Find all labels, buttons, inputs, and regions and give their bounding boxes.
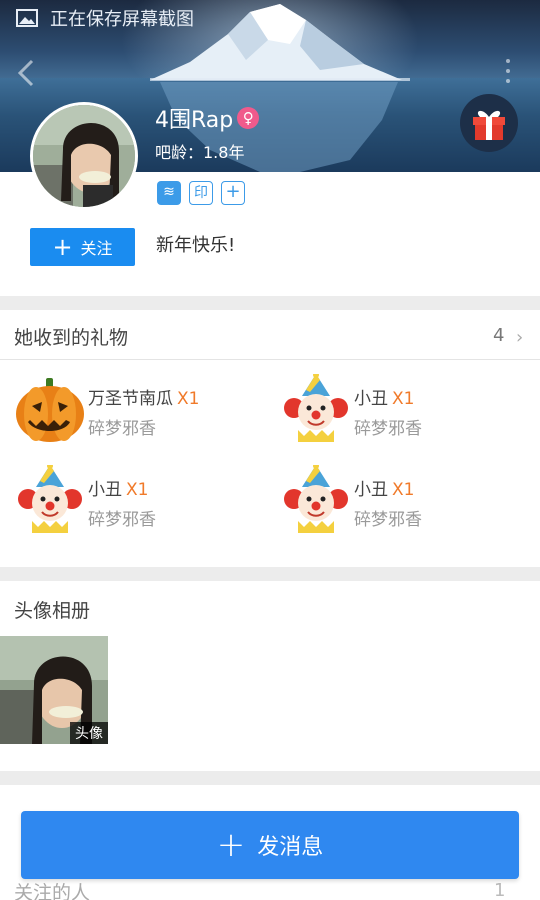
gift-item[interactable]: 小丑 X1 碎梦邪香 xyxy=(280,374,530,446)
gift-name: 万圣节南瓜 xyxy=(88,389,173,409)
gift-item[interactable]: 小丑 X1 碎梦邪香 xyxy=(280,465,530,537)
gift-item[interactable]: 万圣节南瓜 X1 碎梦邪香 xyxy=(14,374,264,446)
following-count[interactable]: 1 xyxy=(494,880,505,900)
badge-row: ≋ 印 + xyxy=(157,181,245,205)
plus-icon: + xyxy=(216,825,246,865)
divider-line xyxy=(0,359,540,360)
gift-sender: 碎梦邪香 xyxy=(354,510,422,530)
gift-item[interactable]: 小丑 X1 碎梦邪香 xyxy=(14,465,264,537)
username: 4围Rap xyxy=(155,108,234,133)
aquarius-badge-icon[interactable]: ≋ xyxy=(157,181,181,205)
pumpkin-icon xyxy=(16,378,84,442)
gift-count[interactable]: 4 xyxy=(493,325,504,346)
gift-quantity: X1 xyxy=(392,389,415,409)
chevron-left-icon[interactable] xyxy=(14,58,38,88)
follow-button[interactable]: + 关注 xyxy=(30,228,135,266)
clown-icon xyxy=(284,465,348,533)
gift-sender: 碎梦邪香 xyxy=(88,419,156,439)
female-gender-icon: ♀ xyxy=(237,107,260,129)
signature-text: 新年快乐! xyxy=(156,235,236,256)
clown-icon xyxy=(284,374,348,442)
send-message-label: 发消息 xyxy=(257,835,324,860)
section-divider xyxy=(0,771,540,785)
gift-sender: 碎梦邪香 xyxy=(88,510,156,530)
more-vertical-icon[interactable] xyxy=(500,56,516,86)
album-section-title: 头像相册 xyxy=(14,600,91,622)
gift-sender: 碎梦邪香 xyxy=(354,419,422,439)
user-avatar[interactable] xyxy=(30,102,138,210)
gift-icon xyxy=(473,110,505,140)
seal-badge-icon[interactable]: 印 xyxy=(189,181,213,205)
following-section-title: 关注的人 xyxy=(14,882,91,900)
gift-name: 小丑 xyxy=(354,389,388,409)
add-badge-button[interactable]: + xyxy=(221,181,245,205)
gift-name: 小丑 xyxy=(88,480,122,500)
status-bar: 正在保存屏幕截图 xyxy=(0,0,540,36)
chevron-right-icon[interactable]: › xyxy=(516,327,523,348)
age-label: 吧龄：1.8年 xyxy=(155,143,245,162)
follow-label: 关注 xyxy=(80,239,113,258)
gift-quantity: X1 xyxy=(126,480,149,500)
plus-icon: + xyxy=(52,233,73,261)
gifts-section-title: 她收到的礼物 xyxy=(14,327,129,349)
section-divider xyxy=(0,567,540,581)
album-photo[interactable]: 头像 xyxy=(0,636,108,744)
gift-name: 小丑 xyxy=(354,480,388,500)
avatar-tag: 头像 xyxy=(70,722,108,744)
gift-quantity: X1 xyxy=(392,480,415,500)
gift-quantity: X1 xyxy=(177,389,200,409)
send-gift-button[interactable] xyxy=(460,94,518,152)
clown-icon xyxy=(18,465,82,533)
send-message-button[interactable]: + 发消息 xyxy=(21,811,519,879)
section-divider xyxy=(0,296,540,310)
image-icon xyxy=(16,9,38,27)
status-text: 正在保存屏幕截图 xyxy=(50,9,194,30)
